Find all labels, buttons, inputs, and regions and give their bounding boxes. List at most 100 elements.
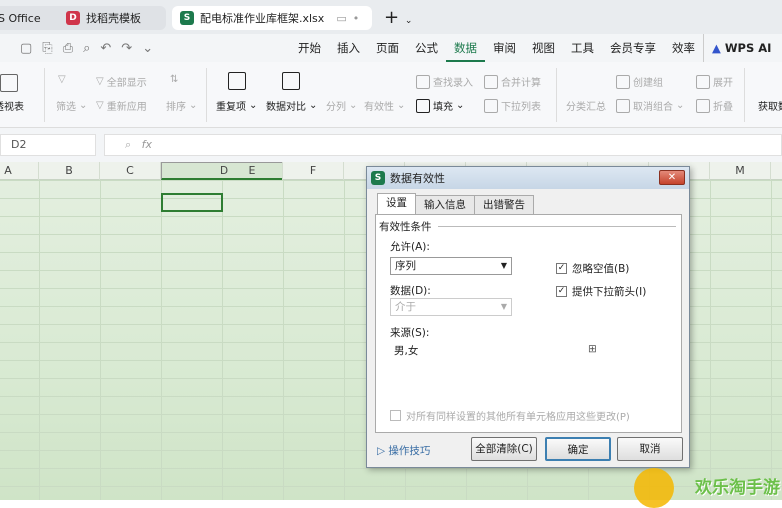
consolidate-button[interactable]: 合并计算: [484, 74, 541, 89]
tab-label: 找稻壳模板: [86, 12, 141, 25]
menu-home[interactable]: 开始: [290, 34, 329, 62]
tab-docer[interactable]: D 找稻壳模板: [58, 6, 166, 30]
spreadsheet-icon: S: [180, 11, 194, 25]
tab-input-message[interactable]: 输入信息: [415, 195, 475, 214]
dot-icon: •: [352, 11, 360, 25]
formula-bar: D2 ⌕ fx: [0, 128, 782, 162]
new-tab-button[interactable]: + ⌄: [384, 7, 412, 28]
redo-icon[interactable]: ↷: [121, 41, 132, 56]
tab-bar: S Office D 找稻壳模板 S 配电标准作业库框架.xlsx ▭ • + ⌄: [0, 0, 782, 34]
wps-ai-button[interactable]: ▲ WPS AI: [703, 34, 779, 62]
name-box[interactable]: D2: [0, 134, 96, 156]
settings-panel: 有效性条件 允许(A): 序列 ▼ 数据(D): 介于 ▼ 来源(S): 男,女 ⊞…: [375, 214, 682, 433]
collapse-button[interactable]: 折叠: [696, 98, 733, 113]
divider: [556, 68, 557, 122]
menu-review[interactable]: 审阅: [485, 34, 524, 62]
group-button[interactable]: 创建组: [616, 74, 663, 89]
watermark-logo-icon: [634, 468, 674, 508]
ignore-blank-checkbox[interactable]: ✓ 忽略空值(B): [556, 261, 629, 276]
menu-data[interactable]: 数据: [446, 34, 485, 62]
dialog-titlebar: S 数据有效性: [367, 167, 689, 189]
allow-value: 序列: [395, 260, 416, 272]
tips-link[interactable]: ▷ 操作技巧: [377, 443, 430, 458]
zoom-icon[interactable]: ⌕: [125, 138, 131, 151]
dropdown-list-button[interactable]: 下拉列表: [484, 98, 541, 113]
label: 对所有同样设置的其他所有单元格应用这些更改(P): [406, 412, 630, 423]
selected-cell[interactable]: [161, 193, 223, 212]
source-input[interactable]: 男,女: [394, 343, 418, 358]
export-icon[interactable]: ⎘: [42, 41, 52, 56]
range-select-icon[interactable]: ⊞: [588, 343, 597, 355]
label: 排序: [166, 102, 186, 113]
monitor-icon[interactable]: ▭: [336, 12, 346, 25]
menu-tools[interactable]: 工具: [563, 34, 602, 62]
show-all-button[interactable]: ▽ 全部显示: [96, 74, 147, 89]
menu-formula[interactable]: 公式: [407, 34, 446, 62]
clear-all-button[interactable]: 全部清除(C): [471, 437, 537, 461]
pivot-button[interactable]: 透视表: [0, 98, 24, 113]
menu-efficiency[interactable]: 效率: [664, 34, 703, 62]
fill-icon: [416, 98, 430, 113]
cancel-button[interactable]: 取消: [617, 437, 683, 461]
label: 操作技巧: [388, 445, 431, 457]
consolidate-icon: [484, 74, 498, 89]
allow-select[interactable]: 序列 ▼: [390, 257, 512, 275]
split-button[interactable]: 分列 ⌄: [326, 98, 357, 113]
filter-button[interactable]: 筛选 ⌄: [56, 98, 87, 113]
duplicates-button[interactable]: 重复项 ⌄: [216, 98, 257, 113]
menu-member[interactable]: 会员专享: [602, 34, 664, 62]
expand-button[interactable]: 展开: [696, 74, 733, 89]
label: 重复项: [216, 102, 246, 113]
sort-button[interactable]: 排序 ⌄: [166, 98, 197, 113]
expand-icon: [696, 74, 710, 89]
allow-label: 允许(A):: [390, 241, 430, 253]
dropdown-arrow-checkbox[interactable]: ✓ 提供下拉箭头(I): [556, 284, 646, 299]
column-header-M[interactable]: M: [710, 162, 771, 180]
fx-icon[interactable]: fx: [142, 138, 152, 151]
ungroup-button[interactable]: 取消组合 ⌄: [616, 98, 684, 113]
fill-button[interactable]: 填充 ⌄: [416, 98, 464, 113]
divider: [744, 68, 745, 122]
print-icon[interactable]: ⎙: [63, 41, 73, 56]
apply-all-checkbox[interactable]: 对所有同样设置的其他所有单元格应用这些更改(P): [390, 408, 630, 423]
menu-insert[interactable]: 插入: [329, 34, 368, 62]
label: 数据对比: [266, 102, 306, 113]
check-icon: ✓: [556, 263, 567, 274]
lookup-icon: [416, 74, 430, 89]
subtotal-button[interactable]: 分类汇总: [566, 98, 606, 113]
column-header-F[interactable]: F: [283, 162, 344, 180]
column-header-E[interactable]: E: [222, 162, 283, 180]
divider: [206, 68, 207, 122]
dropdown-arrow-icon: ▼: [500, 302, 507, 311]
menu-view[interactable]: 视图: [524, 34, 563, 62]
show-all-icon: ▽: [96, 76, 104, 87]
tab-settings[interactable]: 设置: [377, 193, 416, 214]
pivot-icon: [0, 74, 18, 92]
column-header-C[interactable]: C: [100, 162, 161, 180]
formula-input[interactable]: ⌕ fx: [104, 134, 782, 156]
reapply-button[interactable]: ▽ 重新应用: [96, 98, 147, 113]
menu-page[interactable]: 页面: [368, 34, 407, 62]
label: 合并计算: [501, 78, 541, 89]
data-select[interactable]: 介于 ▼: [390, 298, 512, 316]
column-header-B[interactable]: B: [39, 162, 100, 180]
tab-spreadsheet[interactable]: S 配电标准作业库框架.xlsx ▭ •: [172, 6, 372, 30]
tab-error-alert[interactable]: 出错警告: [474, 195, 534, 214]
validity-button[interactable]: 有效性 ⌄: [364, 98, 405, 113]
play-icon: ▷: [377, 445, 386, 457]
ok-button[interactable]: 确定: [545, 437, 611, 461]
close-button[interactable]: ✕: [659, 170, 685, 185]
compare-button[interactable]: 数据对比 ⌄: [266, 98, 317, 113]
chevron-down-icon[interactable]: ⌄: [405, 16, 413, 26]
undo-icon[interactable]: ↶: [100, 41, 111, 56]
close-icon: ✕: [667, 172, 677, 183]
save-icon[interactable]: ▢: [20, 41, 32, 56]
column-header-A[interactable]: A: [0, 162, 39, 180]
menu-bar: ▢ ⎘ ⎙ ⌕ ↶ ↷ ⌄ 开始 插入 页面 公式 数据 审阅 视图 工具 会员专享 效率 …: [0, 34, 782, 62]
more-icon[interactable]: ⌄: [142, 41, 153, 56]
lookup-button[interactable]: 查找录入: [416, 74, 473, 89]
get-data-button[interactable]: 获取数: [758, 98, 782, 113]
tab-label: S Office: [0, 11, 41, 25]
print-preview-icon[interactable]: ⌕: [83, 41, 90, 56]
dropdown-list-icon: [484, 98, 498, 113]
